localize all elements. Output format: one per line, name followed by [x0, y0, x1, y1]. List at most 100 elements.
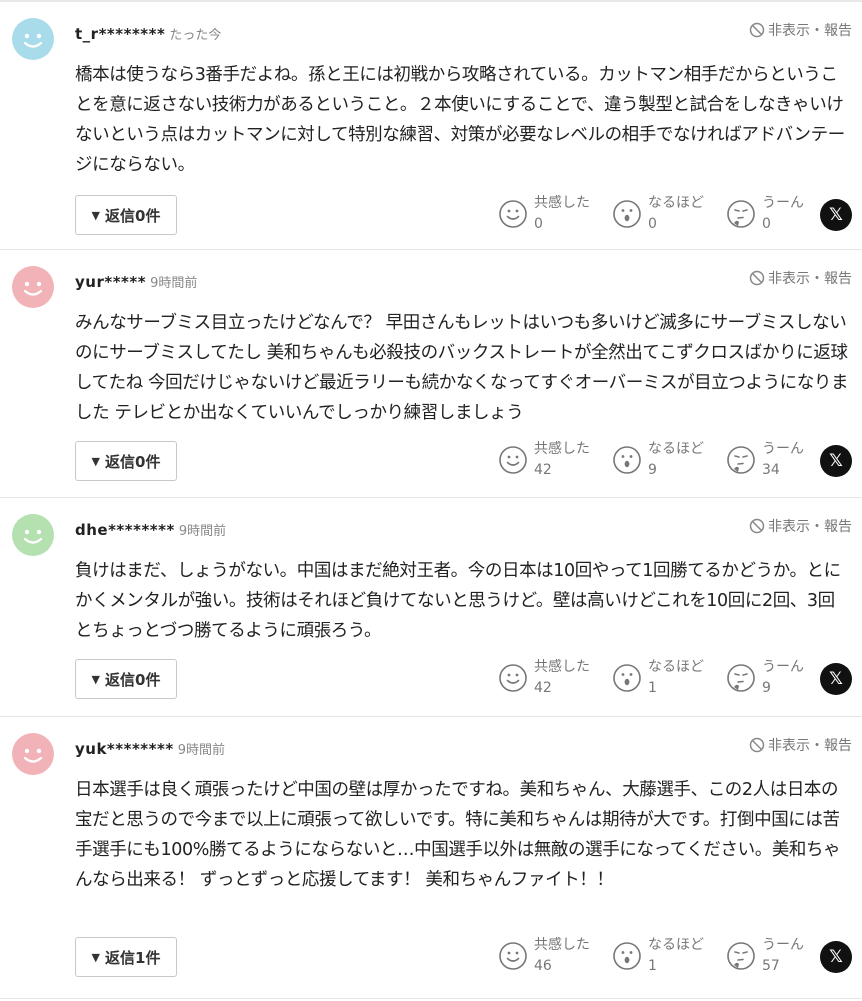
hide-report-link[interactable]: 非表示・報告: [749, 516, 852, 536]
thinking-face-icon: [727, 664, 755, 692]
empathy-button[interactable]: 共感した 0: [498, 193, 590, 235]
triangle-down-icon: ▼: [91, 672, 101, 686]
timestamp: 9時間前: [177, 743, 225, 758]
insight-label: なるほど: [648, 659, 704, 675]
x-share-button[interactable]: 𝕏: [820, 941, 852, 973]
reply-button[interactable]: ▼ 返信0件: [75, 659, 177, 699]
x-share-button[interactable]: 𝕏: [820, 445, 852, 477]
avatar: [12, 266, 54, 308]
comment-text: 日本選手は良く頑張ったけど中国の壁は厚かったですね。美和ちゃん、大藤選手、この2…: [75, 780, 841, 890]
hmm-label: うーん: [762, 195, 804, 211]
hmm-button[interactable]: うーん 57: [726, 935, 804, 977]
empathy-label: 共感した: [534, 937, 590, 953]
x-logo-icon: 𝕏: [829, 947, 843, 967]
smile-face-icon: [499, 942, 527, 970]
smile-face-icon: [499, 446, 527, 474]
prohibit-icon: [749, 737, 765, 753]
avatar: [12, 733, 54, 775]
empathy-label: 共感した: [534, 659, 590, 675]
reaction-bar: 共感した 0 なるほど 0 うーん 0 𝕏: [498, 193, 852, 237]
prohibit-icon: [749, 270, 765, 286]
insight-label: なるほど: [648, 441, 704, 457]
empathy-button[interactable]: 共感した 42: [498, 657, 590, 699]
comment-item: yuk******** 9時間前 非表示・報告 日本選手は良く頑張ったけど中国の壁…: [0, 717, 862, 999]
thinking-face-icon: [727, 446, 755, 474]
hmm-label: うーん: [762, 441, 804, 457]
comment-header: yuk******** 9時間前: [75, 739, 225, 758]
surprised-face-icon: [613, 664, 641, 692]
username[interactable]: yuk********: [75, 740, 174, 758]
x-share-button[interactable]: 𝕏: [820, 199, 852, 231]
hide-report-label: 非表示・報告: [768, 519, 852, 535]
reply-button[interactable]: ▼ 返信0件: [75, 195, 177, 235]
empathy-button[interactable]: 共感した 42: [498, 439, 590, 481]
insight-label: なるほど: [648, 937, 704, 953]
empathy-count: 0: [534, 216, 543, 232]
smile-face-icon: [499, 664, 527, 692]
reply-label: 返信0件: [105, 206, 161, 225]
reply-label: 返信0件: [105, 452, 161, 471]
comment-text: 負けはまだ、しょうがない。中国はまだ絶対王者。今の日本は10回やって1回勝てるか…: [75, 561, 841, 641]
insight-button[interactable]: なるほど 9: [612, 439, 704, 481]
reply-button[interactable]: ▼ 返信0件: [75, 441, 177, 481]
insight-count: 0: [648, 216, 657, 232]
thinking-face-icon: [727, 942, 755, 970]
triangle-down-icon: ▼: [91, 950, 101, 964]
surprised-face-icon: [613, 446, 641, 474]
insight-button[interactable]: なるほど 1: [612, 935, 704, 977]
reaction-bar: 共感した 42 なるほど 9 うーん 34 𝕏: [498, 439, 852, 483]
hmm-count: 57: [762, 958, 780, 974]
x-logo-icon: 𝕏: [829, 205, 843, 225]
surprised-face-icon: [613, 200, 641, 228]
reaction-bar: 共感した 46 なるほど 1 うーん 57 𝕏: [498, 935, 852, 979]
reaction-bar: 共感した 42 なるほど 1 うーん 9 𝕏: [498, 657, 852, 701]
hide-report-label: 非表示・報告: [768, 23, 852, 39]
comment-text: 橋本は使うなら3番手だよね。孫と王には初戦から攻略されている。カットマン相手だか…: [75, 65, 845, 175]
hide-report-link[interactable]: 非表示・報告: [749, 268, 852, 288]
hmm-button[interactable]: うーん 9: [726, 657, 804, 699]
timestamp: たった今: [169, 28, 222, 43]
insight-button[interactable]: なるほど 1: [612, 657, 704, 699]
reply-label: 返信0件: [105, 670, 161, 689]
hide-report-label: 非表示・報告: [768, 271, 852, 287]
avatar: [12, 18, 54, 60]
hmm-label: うーん: [762, 937, 804, 953]
username[interactable]: yur*****: [75, 273, 146, 291]
hmm-label: うーん: [762, 659, 804, 675]
empathy-count: 42: [534, 462, 552, 478]
timestamp: 9時間前: [150, 276, 198, 291]
username[interactable]: t_r********: [75, 25, 165, 43]
hmm-button[interactable]: うーん 34: [726, 439, 804, 481]
hide-report-link[interactable]: 非表示・報告: [749, 735, 852, 755]
comment-item: t_r******** たった今 非表示・報告 橋本は使うなら3番手だよね。孫と王…: [0, 2, 862, 250]
empathy-label: 共感した: [534, 195, 590, 211]
reply-label: 返信1件: [105, 948, 161, 967]
empathy-button[interactable]: 共感した 46: [498, 935, 590, 977]
username[interactable]: dhe********: [75, 521, 175, 539]
prohibit-icon: [749, 22, 765, 38]
comment-item: yur***** 9時間前 非表示・報告 みんなサーブミス目立ったけどなんで？ 早…: [0, 250, 862, 498]
hmm-count: 0: [762, 216, 771, 232]
hide-report-link[interactable]: 非表示・報告: [749, 20, 852, 40]
comment-header: t_r******** たった今: [75, 24, 221, 43]
surprised-face-icon: [613, 942, 641, 970]
timestamp: 9時間前: [178, 524, 227, 539]
reply-button[interactable]: ▼ 返信1件: [75, 937, 177, 977]
prohibit-icon: [749, 518, 765, 534]
empathy-label: 共感した: [534, 441, 590, 457]
insight-button[interactable]: なるほど 0: [612, 193, 704, 235]
insight-label: なるほど: [648, 195, 704, 211]
smile-face-icon: [499, 200, 527, 228]
insight-count: 1: [648, 680, 657, 696]
thinking-face-icon: [727, 200, 755, 228]
insight-count: 1: [648, 958, 657, 974]
insight-count: 9: [648, 462, 657, 478]
comment-item: dhe******** 9時間前 非表示・報告 負けはまだ、しょうがない。中国はま…: [0, 498, 862, 717]
x-logo-icon: 𝕏: [829, 669, 843, 689]
x-share-button[interactable]: 𝕏: [820, 663, 852, 695]
hmm-button[interactable]: うーん 0: [726, 193, 804, 235]
comment-header: dhe******** 9時間前: [75, 520, 226, 539]
empathy-count: 46: [534, 958, 552, 974]
comment-header: yur***** 9時間前: [75, 272, 197, 291]
hmm-count: 9: [762, 680, 771, 696]
